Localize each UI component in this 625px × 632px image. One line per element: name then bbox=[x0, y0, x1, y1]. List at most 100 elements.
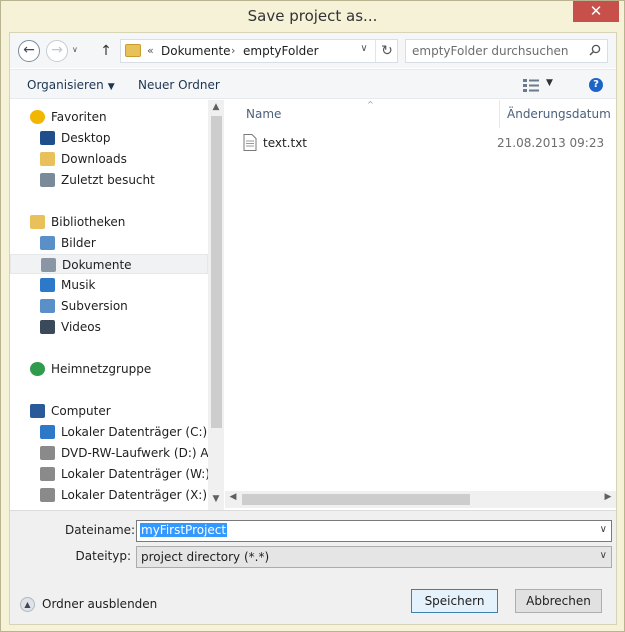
nav-item-label: Favoriten bbox=[51, 110, 107, 124]
nav-item-dvd-rw-laufwerk-d-audi[interactable]: DVD-RW-Laufwerk (D:) Audi bbox=[10, 443, 224, 463]
save-options-panel: Dateiname: myFirstProject ∨ Dateityp: pr… bbox=[10, 510, 616, 624]
music-icon bbox=[40, 278, 55, 292]
nav-item-label: Heimnetzgruppe bbox=[51, 362, 152, 376]
crumb-emptyfolder[interactable]: emptyFolder bbox=[243, 44, 319, 58]
view-options-icon[interactable] bbox=[523, 79, 540, 92]
filename-dropdown-icon[interactable]: ∨ bbox=[600, 524, 607, 535]
nav-item-subversion[interactable]: Subversion bbox=[10, 296, 208, 316]
crumb-separator[interactable]: › bbox=[231, 44, 235, 57]
file-row[interactable]: text.txt 21.08.2013 09:23 bbox=[243, 134, 613, 154]
nav-item-bilder[interactable]: Bilder bbox=[10, 233, 208, 253]
address-bar[interactable]: « Dokumente › emptyFolder ∨ ↻ bbox=[120, 39, 398, 63]
documents-icon bbox=[41, 258, 56, 272]
nav-item-bibliotheken[interactable]: Bibliotheken bbox=[10, 212, 208, 232]
filename-field[interactable]: myFirstProject ∨ bbox=[136, 520, 612, 542]
view-options-caret-icon[interactable]: ▼ bbox=[546, 78, 553, 88]
save-button[interactable]: Speichern bbox=[411, 589, 498, 613]
subversion-icon bbox=[40, 299, 55, 313]
nav-item-label: Lokaler Datenträger (W:) bbox=[61, 467, 210, 481]
system-drive-icon bbox=[40, 425, 55, 439]
nav-item-label: Musik bbox=[61, 278, 96, 292]
folder-icon bbox=[125, 44, 141, 57]
recent-locations-caret[interactable]: ∨ bbox=[72, 45, 78, 54]
up-button[interactable]: ↑ bbox=[98, 40, 114, 62]
drive-icon bbox=[40, 488, 55, 502]
back-button[interactable]: ← bbox=[18, 40, 40, 62]
file-list: ^ Name Änderungsdatum text.txt 21.08.201… bbox=[225, 100, 616, 510]
nav-item-zuletzt-besucht[interactable]: Zuletzt besucht bbox=[10, 170, 208, 190]
file-list-horizontal-scrollbar[interactable]: ◀ ▶ bbox=[225, 491, 616, 508]
overflow-chevron[interactable]: « bbox=[147, 44, 154, 57]
search-input[interactable]: emptyFolder durchsuchen bbox=[405, 39, 608, 63]
collapse-up-icon: ▲ bbox=[20, 597, 35, 612]
scroll-down-icon[interactable]: ▼ bbox=[208, 494, 224, 504]
nav-item-heimnetzgruppe[interactable]: Heimnetzgruppe bbox=[10, 359, 208, 379]
scroll-left-icon[interactable]: ◀ bbox=[225, 492, 241, 502]
nav-item-label: DVD-RW-Laufwerk (D:) Audi bbox=[61, 446, 224, 460]
scroll-up-icon[interactable]: ▲ bbox=[208, 102, 224, 112]
libraries-icon bbox=[30, 215, 45, 229]
nav-item-label: Desktop bbox=[61, 131, 111, 145]
nav-vertical-scrollbar[interactable]: ▲ ▼ bbox=[208, 100, 224, 510]
filetype-select[interactable]: project directory (*.*) ∨ bbox=[136, 546, 612, 568]
nav-item-lokaler-datenträger-w[interactable]: Lokaler Datenträger (W:) bbox=[10, 464, 210, 484]
scrollbar-thumb[interactable] bbox=[211, 116, 222, 428]
cancel-button[interactable]: Abbrechen bbox=[515, 589, 602, 613]
hide-folders-label: Ordner ausblenden bbox=[42, 597, 158, 611]
crumb-dokumente[interactable]: Dokumente bbox=[161, 44, 231, 58]
search-placeholder: emptyFolder durchsuchen bbox=[412, 44, 569, 58]
navigation-pane: Favoriten Desktop Downloads Zuletzt besucht… bbox=[10, 100, 224, 510]
recent-places-icon bbox=[40, 173, 55, 187]
nav-item-lokaler-datenträger-c[interactable]: Lokaler Datenträger (C:) bbox=[10, 422, 208, 442]
command-bar: Organisieren ▼ Neuer Ordner ▼ ? bbox=[10, 69, 616, 99]
file-name: text.txt bbox=[263, 136, 308, 150]
forward-button[interactable]: → bbox=[46, 40, 68, 62]
nav-item-label: Subversion bbox=[61, 299, 128, 313]
organize-label: Organisieren bbox=[27, 78, 104, 92]
search-icon[interactable] bbox=[589, 44, 601, 56]
nav-item-label: Zuletzt besucht bbox=[61, 173, 155, 187]
pictures-icon bbox=[40, 236, 55, 250]
nav-item-desktop[interactable]: Desktop bbox=[10, 128, 208, 148]
nav-item-label: Dokumente bbox=[62, 258, 132, 272]
address-row: ← → ∨ ↑ « Dokumente › emptyFolder ∨ ↻ em… bbox=[10, 33, 616, 68]
save-dialog: Save project as... ✕ ← → ∨ ↑ « Dokumente… bbox=[0, 0, 625, 632]
nav-item-downloads[interactable]: Downloads bbox=[10, 149, 208, 169]
nav-item-dokumente[interactable]: Dokumente bbox=[10, 254, 208, 274]
window-title: Save project as... bbox=[247, 7, 378, 25]
nav-item-label: Computer bbox=[51, 404, 111, 418]
filetype-label: Dateityp: bbox=[75, 549, 131, 563]
desktop-icon bbox=[40, 131, 55, 145]
column-divider[interactable] bbox=[499, 100, 500, 128]
column-header-modified[interactable]: Änderungsdatum bbox=[507, 107, 611, 121]
new-folder-button[interactable]: Neuer Ordner bbox=[138, 78, 220, 92]
file-modified-date: 21.08.2013 09:23 bbox=[497, 136, 605, 150]
address-dropdown-icon[interactable]: ∨ bbox=[357, 43, 371, 54]
computer-icon bbox=[30, 404, 45, 418]
homegroup-icon bbox=[30, 362, 45, 376]
nav-item-label: Lokaler Datenträger (X:) bbox=[61, 488, 208, 502]
nav-item-musik[interactable]: Musik bbox=[10, 275, 208, 295]
nav-item-lokaler-datenträger-x[interactable]: Lokaler Datenträger (X:) bbox=[10, 485, 208, 505]
filetype-dropdown-icon[interactable]: ∨ bbox=[600, 550, 607, 561]
nav-item-label: Downloads bbox=[61, 152, 127, 166]
nav-item-label: Lokaler Datenträger (C:) bbox=[61, 425, 208, 439]
column-header-name[interactable]: Name bbox=[246, 107, 281, 121]
scroll-right-icon[interactable]: ▶ bbox=[600, 492, 616, 502]
organize-menu[interactable]: Organisieren ▼ bbox=[27, 78, 115, 92]
title-bar: Save project as... ✕ bbox=[1, 1, 624, 33]
downloads-icon bbox=[40, 152, 55, 166]
sort-indicator-icon: ^ bbox=[367, 100, 374, 109]
horizontal-scrollbar-thumb[interactable] bbox=[242, 494, 470, 505]
nav-item-label: Bibliotheken bbox=[51, 215, 126, 229]
refresh-button[interactable]: ↻ bbox=[375, 40, 398, 62]
star-icon bbox=[30, 110, 45, 124]
close-button[interactable]: ✕ bbox=[573, 1, 619, 22]
filetype-value: project directory (*.*) bbox=[141, 550, 270, 564]
nav-item-computer[interactable]: Computer bbox=[10, 401, 208, 421]
nav-item-favoriten[interactable]: Favoriten bbox=[10, 107, 208, 127]
nav-item-videos[interactable]: Videos bbox=[10, 317, 208, 337]
filename-value: myFirstProject bbox=[140, 523, 228, 537]
nav-item-label: Bilder bbox=[61, 236, 96, 250]
help-icon[interactable]: ? bbox=[589, 78, 603, 92]
